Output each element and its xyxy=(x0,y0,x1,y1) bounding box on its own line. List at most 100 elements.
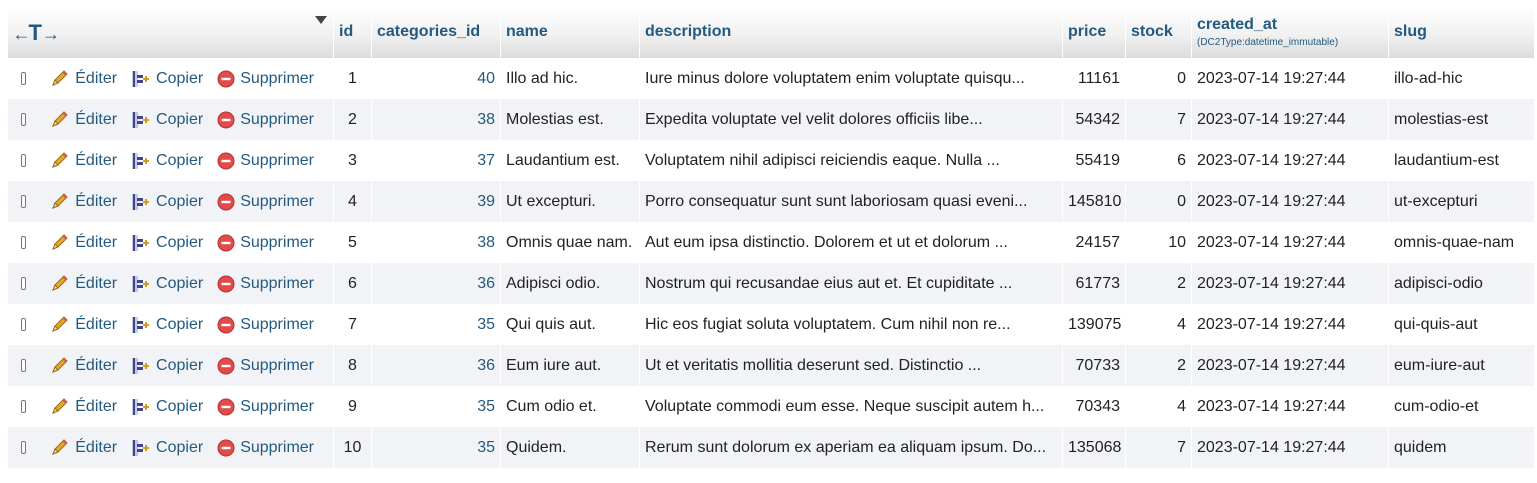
copy-link[interactable]: Copier xyxy=(131,439,203,457)
column-header-slug[interactable]: slug xyxy=(1388,6,1534,58)
cell-categories-id[interactable]: 37 xyxy=(372,140,501,181)
column-arrows-header[interactable]: ←T→ xyxy=(8,6,334,58)
delete-label[interactable]: Supprimer xyxy=(240,439,314,457)
edit-link[interactable]: Éditer xyxy=(50,316,117,334)
copy-label[interactable]: Copier xyxy=(156,316,203,334)
cell-categories-id[interactable]: 38 xyxy=(372,222,501,263)
row-checkbox[interactable] xyxy=(21,113,27,126)
cell-categories-id[interactable]: 35 xyxy=(372,427,501,468)
edit-label[interactable]: Éditer xyxy=(75,152,117,170)
column-header-label[interactable]: slug xyxy=(1394,23,1427,40)
row-checkbox[interactable] xyxy=(21,236,27,249)
delete-link[interactable]: Supprimer xyxy=(217,398,314,416)
cell-categories-id[interactable]: 36 xyxy=(372,345,501,386)
column-header-name[interactable]: name xyxy=(500,6,640,58)
copy-link[interactable]: Copier xyxy=(131,111,203,129)
delete-label[interactable]: Supprimer xyxy=(240,193,314,211)
edit-label[interactable]: Éditer xyxy=(75,234,117,252)
delete-link[interactable]: Supprimer xyxy=(217,193,314,211)
column-header-label[interactable]: id xyxy=(339,23,353,40)
row-checkbox[interactable] xyxy=(21,195,27,208)
copy-label[interactable]: Copier xyxy=(156,234,203,252)
row-checkbox[interactable] xyxy=(21,318,27,331)
delete-label[interactable]: Supprimer xyxy=(240,398,314,416)
cell-categories-id[interactable]: 38 xyxy=(372,99,501,140)
copy-label[interactable]: Copier xyxy=(156,193,203,211)
copy-link[interactable]: Copier xyxy=(131,193,203,211)
column-header-created-at[interactable]: created_at (DC2Type:datetime_immutable) xyxy=(1191,6,1389,58)
delete-label[interactable]: Supprimer xyxy=(240,357,314,375)
sort-dropdown-icon[interactable] xyxy=(315,16,327,24)
column-header-stock[interactable]: stock xyxy=(1125,6,1192,58)
copy-label[interactable]: Copier xyxy=(156,398,203,416)
cell-categories-id[interactable]: 35 xyxy=(372,304,501,345)
edit-label[interactable]: Éditer xyxy=(75,111,117,129)
copy-link[interactable]: Copier xyxy=(131,275,203,293)
delete-link[interactable]: Supprimer xyxy=(217,111,314,129)
edit-link[interactable]: Éditer xyxy=(50,193,117,211)
edit-link[interactable]: Éditer xyxy=(50,398,117,416)
delete-link[interactable]: Supprimer xyxy=(217,70,314,88)
edit-link[interactable]: Éditer xyxy=(50,70,117,88)
edit-link[interactable]: Éditer xyxy=(50,152,117,170)
delete-link[interactable]: Supprimer xyxy=(217,275,314,293)
copy-label[interactable]: Copier xyxy=(156,357,203,375)
delete-link[interactable]: Supprimer xyxy=(217,439,314,457)
delete-link[interactable]: Supprimer xyxy=(217,357,314,375)
column-header-label[interactable]: description xyxy=(645,23,731,40)
copy-link[interactable]: Copier xyxy=(131,70,203,88)
delete-link[interactable]: Supprimer xyxy=(217,234,314,252)
copy-link[interactable]: Copier xyxy=(131,357,203,375)
edit-label[interactable]: Éditer xyxy=(75,357,117,375)
row-checkbox[interactable] xyxy=(21,154,27,167)
column-resize-arrows-icon[interactable]: ←T→ xyxy=(13,20,60,45)
column-header-label[interactable]: stock xyxy=(1131,23,1173,40)
edit-link[interactable]: Éditer xyxy=(50,357,117,375)
copy-label[interactable]: Copier xyxy=(156,275,203,293)
delete-label[interactable]: Supprimer xyxy=(240,316,314,334)
edit-label[interactable]: Éditer xyxy=(75,275,117,293)
copy-label[interactable]: Copier xyxy=(156,70,203,88)
column-header-price[interactable]: price xyxy=(1062,6,1126,58)
column-header-categories-id[interactable]: categories_id xyxy=(371,6,501,58)
row-checkbox[interactable] xyxy=(21,441,27,454)
edit-link[interactable]: Éditer xyxy=(50,275,117,293)
copy-link[interactable]: Copier xyxy=(131,152,203,170)
delete-label[interactable]: Supprimer xyxy=(240,70,314,88)
edit-link[interactable]: Éditer xyxy=(50,234,117,252)
copy-link[interactable]: Copier xyxy=(131,398,203,416)
delete-link[interactable]: Supprimer xyxy=(217,316,314,334)
delete-label[interactable]: Supprimer xyxy=(240,111,314,129)
column-header-label[interactable]: price xyxy=(1068,23,1106,40)
cell-categories-id[interactable]: 36 xyxy=(372,263,501,304)
edit-link[interactable]: Éditer xyxy=(50,439,117,457)
cell-categories-id[interactable]: 39 xyxy=(372,181,501,222)
row-checkbox[interactable] xyxy=(21,277,27,290)
column-header-description[interactable]: description xyxy=(639,6,1063,58)
copy-label[interactable]: Copier xyxy=(156,152,203,170)
row-checkbox[interactable] xyxy=(21,400,27,413)
cell-created-at: 2023-07-14 19:27:44 xyxy=(1197,274,1346,292)
edit-label[interactable]: Éditer xyxy=(75,439,117,457)
edit-label[interactable]: Éditer xyxy=(75,193,117,211)
column-header-id[interactable]: id xyxy=(333,6,372,58)
column-header-label[interactable]: categories_id xyxy=(377,23,480,40)
row-checkbox[interactable] xyxy=(21,359,27,372)
edit-link[interactable]: Éditer xyxy=(50,111,117,129)
copy-link[interactable]: Copier xyxy=(131,234,203,252)
column-header-label[interactable]: name xyxy=(506,23,548,40)
copy-link[interactable]: Copier xyxy=(131,316,203,334)
copy-label[interactable]: Copier xyxy=(156,439,203,457)
edit-label[interactable]: Éditer xyxy=(75,316,117,334)
edit-label[interactable]: Éditer xyxy=(75,70,117,88)
cell-categories-id[interactable]: 40 xyxy=(372,58,501,99)
delete-label[interactable]: Supprimer xyxy=(240,152,314,170)
delete-link[interactable]: Supprimer xyxy=(217,152,314,170)
delete-label[interactable]: Supprimer xyxy=(240,234,314,252)
copy-label[interactable]: Copier xyxy=(156,111,203,129)
cell-categories-id[interactable]: 35 xyxy=(372,386,501,427)
column-header-label[interactable]: created_at xyxy=(1197,16,1277,33)
edit-label[interactable]: Éditer xyxy=(75,398,117,416)
delete-label[interactable]: Supprimer xyxy=(240,275,314,293)
row-checkbox[interactable] xyxy=(21,72,27,85)
